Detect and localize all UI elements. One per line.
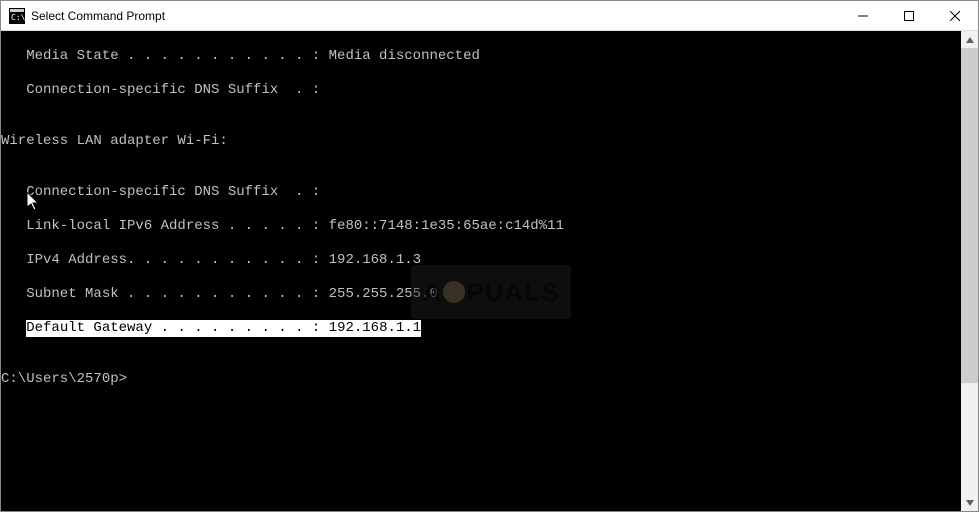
close-button[interactable] (932, 1, 978, 30)
output-line: Wireless LAN adapter Wi-Fi: (1, 133, 961, 150)
scroll-up-arrow[interactable] (961, 31, 978, 48)
vertical-scrollbar[interactable] (961, 31, 978, 511)
default-gateway-selection[interactable]: Default Gateway . . . . . . . . . : 192.… (26, 320, 421, 337)
command-prompt-window: C:\ Select Command Prompt Media State . … (0, 0, 979, 512)
titlebar[interactable]: C:\ Select Command Prompt (1, 1, 978, 31)
output-line: Media State . . . . . . . . . . . : Medi… (1, 48, 961, 65)
svg-text:C:\: C:\ (11, 13, 25, 22)
scroll-thumb[interactable] (961, 48, 978, 383)
maximize-button[interactable] (886, 1, 932, 30)
output-line: Connection-specific DNS Suffix . : (1, 184, 961, 201)
output-line: Link-local IPv6 Address . . . . . : fe80… (1, 218, 961, 235)
output-line: Default Gateway . . . . . . . . . : 192.… (1, 320, 961, 337)
output-line: Connection-specific DNS Suffix . : (1, 82, 961, 99)
window-controls (840, 1, 978, 30)
console-area: Media State . . . . . . . . . . . : Medi… (1, 31, 978, 511)
scroll-track[interactable] (961, 48, 978, 494)
minimize-button[interactable] (840, 1, 886, 30)
gateway-indent (1, 320, 26, 336)
console-output[interactable]: Media State . . . . . . . . . . . : Medi… (1, 31, 961, 511)
cmd-icon: C:\ (9, 8, 25, 24)
output-line: IPv4 Address. . . . . . . . . . . : 192.… (1, 252, 961, 269)
output-line: Subnet Mask . . . . . . . . . . . : 255.… (1, 286, 961, 303)
prompt-line[interactable]: C:\Users\2570p> (1, 371, 961, 388)
scroll-down-arrow[interactable] (961, 494, 978, 511)
window-title: Select Command Prompt (31, 9, 840, 23)
